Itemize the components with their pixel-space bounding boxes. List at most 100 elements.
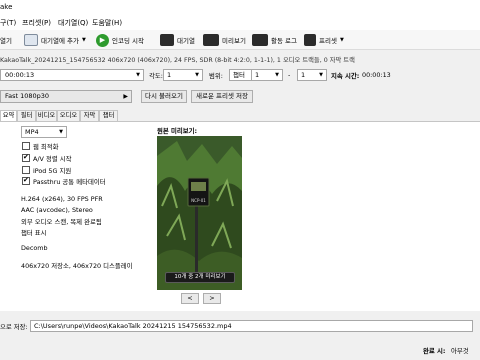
tab-summary[interactable]: 요약 <box>0 110 17 121</box>
open-label: 열기 <box>0 37 12 45</box>
ipod-support-checkbox[interactable] <box>22 166 30 174</box>
tab-audio-label: 오디오 <box>59 112 78 119</box>
tab-video[interactable]: 비디오 <box>36 110 57 121</box>
presets-button[interactable]: 프리셋 ▼ <box>304 32 344 48</box>
av-align-checkbox[interactable] <box>22 153 30 162</box>
chevron-down-icon: ▼ <box>59 129 63 135</box>
film-icon <box>203 34 219 46</box>
tab-subtitles[interactable]: 자막 <box>80 110 99 121</box>
save-new-label: 새로운 프리셋 저장 <box>196 92 248 100</box>
menu-presets[interactable]: 프리셋(P) <box>22 18 51 28</box>
add-to-queue-button[interactable]: 대기열에 추가 ▼ <box>24 32 86 48</box>
format-select[interactable]: MP4 ▼ <box>21 126 67 138</box>
reload-preset-button[interactable]: 다시 불러오기 <box>141 90 187 103</box>
tab-subtitles-label: 자막 <box>83 112 96 119</box>
angle-value: 1 <box>167 71 172 79</box>
source-info-text: KakaoTalk_20241215_154756532 406x720 (40… <box>0 57 355 64</box>
range-row: 00:00:13 ▼ 각도: 1 ▼ 범위: 챕터 ▼ 1 ▼ - 1 ▼ 지속… <box>0 66 480 84</box>
duration-value: 00:00:13 <box>362 71 391 79</box>
source-preview-image: NCP-01 10개 중 2개 미리보기 <box>157 136 242 290</box>
reload-label: 다시 불러오기 <box>145 92 183 100</box>
range-dash: - <box>288 71 291 79</box>
duration-label: 지속 시간: <box>331 72 360 80</box>
format-value: MP4 <box>25 128 39 136</box>
menu-queue[interactable]: 대기열(Q) <box>58 18 88 28</box>
chevron-down-icon: ▼ <box>275 72 279 78</box>
audio-codec-info: AAC (avcodec), Stereo <box>21 206 93 214</box>
menu-help[interactable]: 도움말(H) <box>92 18 122 28</box>
save-as-label: 으로 저장: <box>0 323 28 331</box>
destination-path-value: C:\Users\runpe\Videos\KakaoTalk 20241215… <box>34 322 232 330</box>
chapter-select[interactable]: 00:00:13 ▼ <box>0 69 144 81</box>
preset-value: Fast 1080p30 <box>5 92 50 100</box>
log-icon <box>252 34 268 46</box>
range-end-select[interactable]: 1 ▼ <box>297 69 327 81</box>
preview-caption-text: 10개 중 2개 미리보기 <box>174 274 226 280</box>
preview-caption: 10개 중 2개 미리보기 <box>165 272 235 283</box>
preview-button[interactable]: 미리보기 <box>203 32 246 48</box>
chevron-down-icon: ▼ <box>195 72 199 78</box>
window-title: ake <box>0 3 13 11</box>
queue-button[interactable]: 대기열 <box>160 32 195 48</box>
passthru-metadata-label: Passthru 공통 메타데이터 <box>33 178 106 186</box>
chevron-down-icon: ▼ <box>136 72 140 78</box>
save-new-preset-button[interactable]: 새로운 프리셋 저장 <box>191 90 253 103</box>
chapter-markers-info: 챕터 표시 <box>21 229 47 237</box>
presets-label: 프리셋 <box>319 37 337 45</box>
activity-label: 활동 로그 <box>271 37 297 45</box>
range-end-value: 1 <box>301 71 306 79</box>
preset-selector[interactable]: Fast 1080p30 ▶ <box>0 90 132 103</box>
add-queue-icon <box>24 34 38 46</box>
size-info: 406x720 저장소, 406x720 디스플레이 <box>21 262 133 270</box>
range-type-value: 챕터 <box>233 71 245 79</box>
web-optimize-label: 웹 최적화 <box>33 143 59 151</box>
chapter-value: 00:00:13 <box>5 71 35 79</box>
source-info: KakaoTalk_20241215_154756532 406x720 (40… <box>0 52 480 64</box>
toolbar: 열기 대기열에 추가 ▼ ▶ 인코딩 시작 대기열 미리보기 활동 로그 프리셋… <box>0 30 480 50</box>
angle-select[interactable]: 1 ▼ <box>163 69 203 81</box>
av-align-label: A/V 정렬 시작 <box>33 155 72 163</box>
tab-filters[interactable]: 필터 <box>17 110 36 121</box>
title-bar: ake <box>0 0 480 16</box>
audio-scan-info: 외부 오디오 스캔, 목제 완료됨 <box>21 218 102 226</box>
angle-label: 각도: <box>149 72 163 80</box>
activity-log-button[interactable]: 활동 로그 <box>252 32 297 48</box>
tab-filters-label: 필터 <box>20 112 33 119</box>
chevron-down-icon: ▼ <box>339 37 344 43</box>
start-label: 인코딩 시작 <box>112 37 144 45</box>
next-preview-button[interactable]: > <box>203 293 221 304</box>
chevron-down-icon: ▼ <box>319 72 323 78</box>
ipod-support-label: iPod 5G 지원 <box>33 167 72 175</box>
range-label: 범위: <box>209 72 223 80</box>
filter-info: Decomb <box>21 244 48 252</box>
preview-title: 원본 미리보기: <box>157 127 198 135</box>
play-icon: ▶ <box>96 33 109 47</box>
passthru-metadata-checkbox[interactable] <box>22 176 30 185</box>
preview-label: 미리보기 <box>222 37 246 45</box>
range-start-select[interactable]: 1 ▼ <box>251 69 283 81</box>
start-encode-button[interactable]: ▶ 인코딩 시작 <box>96 32 144 48</box>
tab-summary-label: 요약 <box>2 112 15 119</box>
chevron-down-icon: ▼ <box>81 37 86 43</box>
tab-chapters-label: 챕터 <box>102 112 115 119</box>
web-optimize-checkbox[interactable] <box>22 142 30 150</box>
queue-icon <box>160 34 174 46</box>
bottom-bar: 으로 저장: C:\Users\runpe\Videos\KakaoTalk 2… <box>0 315 480 360</box>
presets-icon <box>304 34 316 46</box>
chevron-right-icon: ▶ <box>123 93 128 100</box>
menu-tools[interactable]: 구(T) <box>0 18 16 28</box>
prev-preview-button[interactable]: < <box>181 293 199 304</box>
next-label: > <box>209 294 215 302</box>
range-start-value: 1 <box>255 71 260 79</box>
queue-label: 대기열 <box>177 37 195 45</box>
tab-audio[interactable]: 오디오 <box>57 110 80 121</box>
prev-label: < <box>187 294 193 302</box>
video-codec-info: H.264 (x264), 30 FPS PFR <box>21 195 103 203</box>
tab-chapters[interactable]: 챕터 <box>99 110 118 121</box>
open-source-button[interactable]: 열기 <box>0 32 12 48</box>
when-done-value[interactable]: 아무것 <box>451 346 469 355</box>
preview-sign-text: NCP-01 <box>191 198 206 203</box>
preview-scene: NCP-01 <box>157 136 242 290</box>
tab-video-label: 비디오 <box>37 112 56 119</box>
destination-path-input[interactable]: C:\Users\runpe\Videos\KakaoTalk 20241215… <box>30 320 473 332</box>
